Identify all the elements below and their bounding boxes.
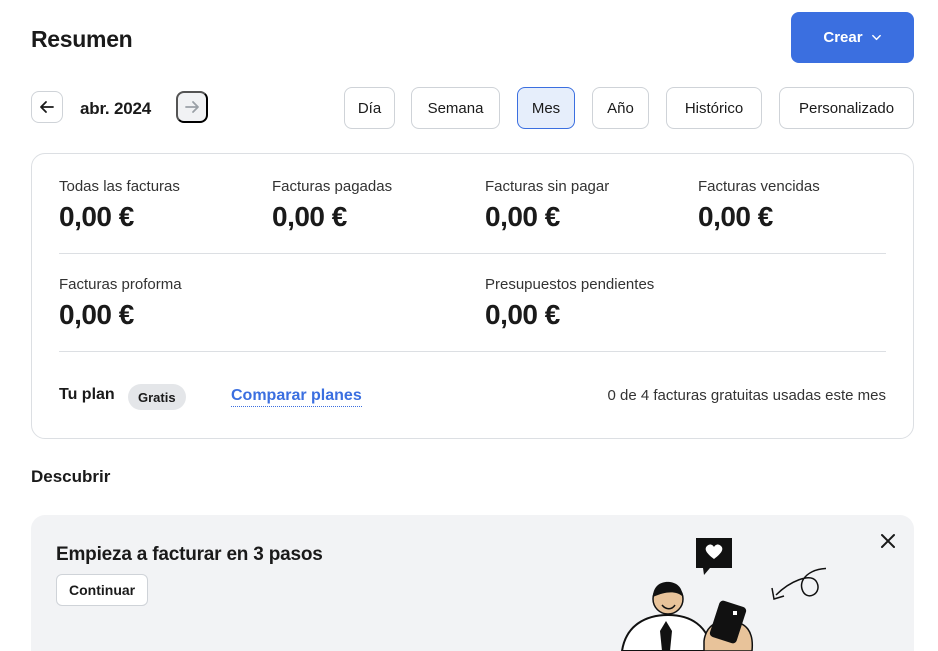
continue-button[interactable]: Continuar <box>56 574 149 606</box>
stat-value: 0,00 € <box>485 299 560 330</box>
stat-value: 0,00 € <box>272 201 347 232</box>
range-day-button[interactable]: Día <box>344 87 395 129</box>
stat-label: Facturas vencidas <box>698 178 820 195</box>
range-month-button[interactable]: Mes <box>517 87 575 129</box>
stat-pending-quotes[interactable]: Presupuestos pendientes 0,00 € <box>485 276 654 331</box>
page-title: Resumen <box>31 26 133 52</box>
stat-paid-invoices[interactable]: Facturas pagadas 0,00 € <box>272 178 392 233</box>
page-header: Resumen Crear <box>31 12 914 64</box>
invoice-summary-card: Todas las facturas 0,00 € Facturas pagad… <box>31 153 914 439</box>
stat-value: 0,00 € <box>698 201 773 232</box>
plan-usage-text: 0 de 4 facturas gratuitas usadas este me… <box>607 387 887 404</box>
compare-plans-link[interactable]: Comparar planes <box>231 387 362 407</box>
plan-label: Tu plan <box>59 386 115 403</box>
close-promo-button[interactable] <box>876 529 900 553</box>
person-icon <box>620 581 714 651</box>
stat-value: 0,00 € <box>59 299 134 330</box>
plan-badge: Gratis <box>128 384 186 410</box>
stat-proforma-invoices[interactable]: Facturas proforma 0,00 € <box>59 276 182 331</box>
stat-all-invoices[interactable]: Todas las facturas 0,00 € <box>59 178 180 233</box>
promo-title: Empieza a facturar en 3 pasos <box>56 544 323 565</box>
stat-label: Facturas pagadas <box>272 178 393 195</box>
stat-unpaid-invoices[interactable]: Facturas sin pagar 0,00 € <box>485 178 609 233</box>
range-history-button[interactable]: Histórico <box>666 87 762 129</box>
divider <box>59 253 886 254</box>
stat-value: 0,00 € <box>485 201 560 232</box>
range-week-button[interactable]: Semana <box>411 87 500 129</box>
arrow-right-icon <box>185 101 199 113</box>
stat-label: Facturas proforma <box>59 276 182 293</box>
range-year-button[interactable]: Año <box>592 87 649 129</box>
stat-label: Presupuestos pendientes <box>485 276 655 293</box>
arrow-left-icon <box>40 101 54 113</box>
stat-overdue-invoices[interactable]: Facturas vencidas 0,00 € <box>698 178 820 233</box>
create-button-label: Crear <box>823 29 863 46</box>
phone-icon <box>703 600 754 651</box>
period-label: abr. 2024 <box>80 99 151 118</box>
range-custom-button[interactable]: Personalizado <box>779 87 914 129</box>
onboarding-promo-card: Empieza a facturar en 3 pasos Continuar <box>31 515 914 651</box>
previous-period-button[interactable] <box>31 91 63 123</box>
stat-label: Facturas sin pagar <box>485 178 610 195</box>
stat-value: 0,00 € <box>59 201 134 232</box>
onboarding-illustration <box>620 538 826 651</box>
create-button[interactable]: Crear <box>791 12 914 63</box>
next-period-button[interactable] <box>176 91 208 123</box>
close-icon <box>881 534 895 548</box>
plan-row: Tu plan Gratis Comparar planes 0 de 4 fa… <box>59 384 886 414</box>
stat-label: Todas las facturas <box>59 178 180 195</box>
heart-chat-icon <box>696 538 732 575</box>
divider <box>59 351 886 352</box>
period-selector: abr. 2024 Día Semana Mes Año Histórico P… <box>31 87 914 129</box>
chevron-down-icon <box>871 34 881 41</box>
discover-heading: Descubrir <box>31 467 111 486</box>
